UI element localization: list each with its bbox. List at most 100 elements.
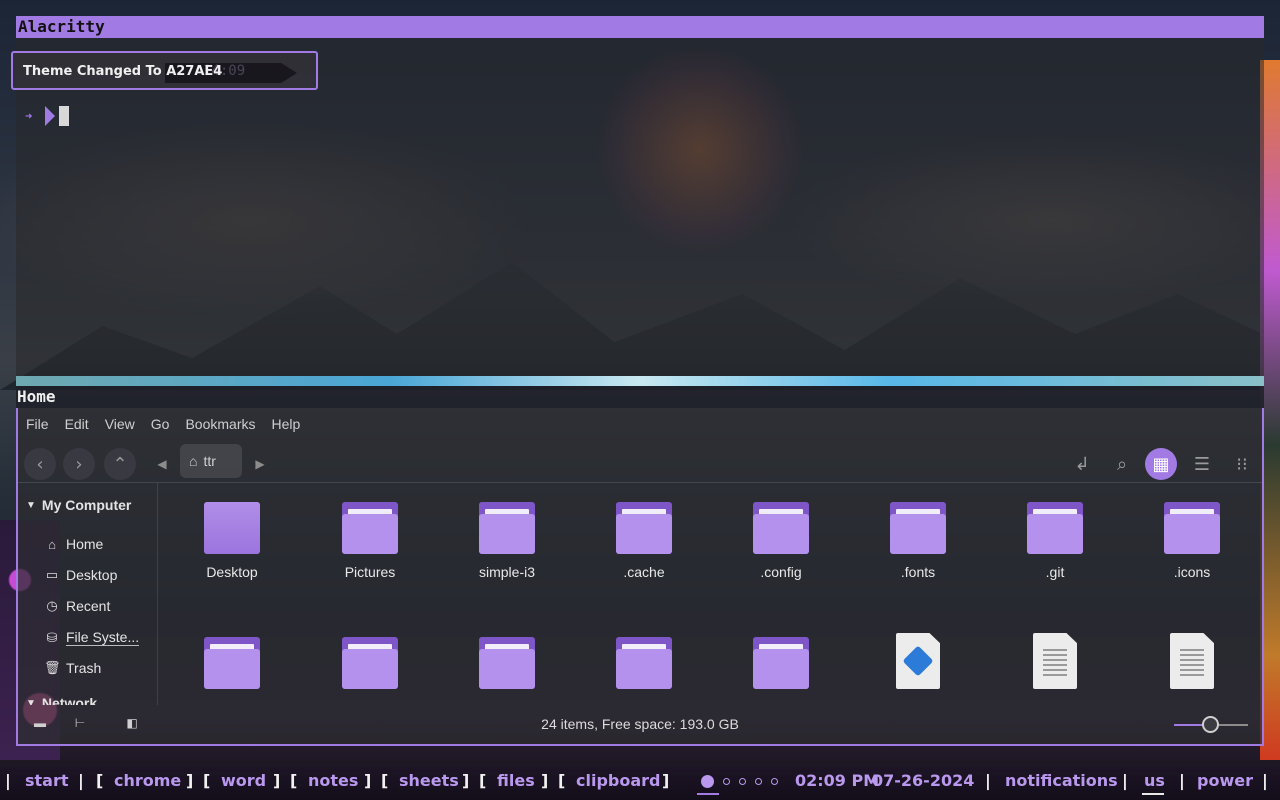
keyboard-layout-underline <box>1142 793 1164 795</box>
power-button[interactable]: power <box>1197 771 1253 790</box>
folder-icon <box>342 637 398 689</box>
workspace-2[interactable] <box>723 778 730 785</box>
file-item-fonts[interactable]: .fonts <box>858 502 978 580</box>
compact-view-button[interactable]: ⁝⁝ <box>1226 448 1258 480</box>
notification-text: Theme Changed To A27AE4 <box>23 64 223 79</box>
script-file-icon <box>896 633 940 689</box>
triangle-down-icon: ▼ <box>26 697 36 706</box>
file-manager-title-bar[interactable]: Home <box>16 386 1264 408</box>
terminal-title: Alacritty <box>18 17 105 36</box>
prompt-segment-icon <box>45 106 55 126</box>
breadcrumb-home[interactable]: ⌂ ttr <box>180 444 242 478</box>
text-file-icon <box>1170 633 1214 689</box>
workspace-1[interactable] <box>701 775 714 788</box>
folder-icon <box>342 502 398 554</box>
file-item[interactable] <box>721 637 841 689</box>
panel-bracket: [ <box>203 771 211 790</box>
start-button[interactable]: start <box>25 771 69 790</box>
breadcrumb-next-button[interactable]: ▶ <box>253 452 267 476</box>
sidebar-item-label: Desktop <box>66 567 118 583</box>
menu-bookmarks[interactable]: Bookmarks <box>177 416 263 432</box>
file-item[interactable] <box>172 637 292 689</box>
sidebar-item-trash[interactable]: 🗑 Trash <box>44 660 101 676</box>
zoom-slider[interactable] <box>1174 716 1248 733</box>
status-bar: ▬ ⊢ ◧ 24 items, Free space: 193.0 GB <box>18 705 1262 743</box>
terminal-title-bar[interactable]: Alacritty <box>16 16 1264 38</box>
file-grid: Desktop Pictures simple-i3 .cache .confi… <box>159 483 1264 705</box>
up-button[interactable]: ⌃ <box>104 448 136 480</box>
file-item-cache[interactable]: .cache <box>584 502 704 580</box>
sidebar-section-my-computer[interactable]: ▼ My Computer <box>26 497 131 513</box>
folder-icon <box>204 502 260 554</box>
panel-bracket: [ <box>381 771 389 790</box>
status-panel: | start | [ chrome ] [ word ] [ notes ] … <box>0 767 1280 800</box>
launcher-notes[interactable]: notes <box>308 771 358 790</box>
search-button[interactable]: ⌕ <box>1106 448 1138 480</box>
list-icon: ☰ <box>1193 453 1211 475</box>
keyboard-layout[interactable]: us <box>1144 771 1165 790</box>
file-item-label: .fonts <box>900 564 936 580</box>
workspace-4[interactable] <box>755 778 762 785</box>
file-item[interactable] <box>310 637 430 689</box>
file-item-config[interactable]: .config <box>721 502 841 580</box>
chevron-up-icon: ⌃ <box>112 453 128 475</box>
workspace-indicator <box>701 775 778 788</box>
file-item-icons[interactable]: .icons <box>1132 502 1252 580</box>
zoom-slider-handle[interactable] <box>1202 716 1219 733</box>
file-item-desktop[interactable]: Desktop <box>172 502 292 580</box>
panel-bracket: [ <box>290 771 298 790</box>
menu-bar: File Edit View Go Bookmarks Help <box>18 408 1262 440</box>
menu-view[interactable]: View <box>97 416 143 432</box>
file-item-label: .git <box>1045 564 1065 580</box>
menu-edit[interactable]: Edit <box>57 416 97 432</box>
file-item-simple-i3[interactable]: simple-i3 <box>447 502 567 580</box>
panel-bracket: ] <box>186 771 194 790</box>
panel-separator: | <box>5 771 11 790</box>
panel-bracket: ] <box>273 771 281 790</box>
file-item-label: .icons <box>1173 564 1211 580</box>
sidebar-item-file-system[interactable]: ⛁ File Syste... <box>44 629 140 646</box>
file-item[interactable] <box>584 637 704 689</box>
list-view-button[interactable]: ☰ <box>1186 448 1218 480</box>
launcher-word[interactable]: word <box>221 771 266 790</box>
notifications-button[interactable]: notifications <box>1005 771 1118 790</box>
search-icon: ⌕ <box>1116 453 1128 475</box>
panel-separator: | <box>78 771 84 790</box>
file-item[interactable] <box>447 637 567 689</box>
text-file-icon <box>1033 633 1077 689</box>
launcher-sheets[interactable]: sheets <box>399 771 459 790</box>
workspace-5[interactable] <box>771 778 778 785</box>
file-item-git[interactable]: .git <box>995 502 1115 580</box>
menu-help[interactable]: Help <box>264 416 309 432</box>
back-button[interactable]: ‹ <box>24 448 56 480</box>
clock-icon: ◷ <box>46 598 58 613</box>
sidebar-item-label: Home <box>66 536 104 552</box>
panel-bracket: ] <box>364 771 372 790</box>
forward-button[interactable]: › <box>63 448 95 480</box>
folder-icon <box>890 502 946 554</box>
file-item[interactable] <box>858 633 978 689</box>
menu-go[interactable]: Go <box>143 416 178 432</box>
folder-icon <box>753 637 809 689</box>
launcher-chrome[interactable]: chrome <box>114 771 181 790</box>
sidebar-item-home[interactable]: ⌂ Home <box>44 536 103 552</box>
sidebar-item-recent[interactable]: ◷ Recent <box>44 598 110 614</box>
launcher-files[interactable]: files <box>497 771 535 790</box>
icon-view-button[interactable]: ▦ <box>1145 448 1177 480</box>
launcher-clipboard[interactable]: clipboard <box>576 771 661 790</box>
wallpaper-strip <box>16 376 1264 386</box>
sidebar-item-desktop[interactable]: ▭ Desktop <box>44 567 118 583</box>
grid-icon: ▦ <box>1152 453 1170 475</box>
file-item[interactable] <box>995 633 1115 689</box>
notification-popup[interactable]: 14:09 Theme Changed To A27AE4 <box>11 51 318 90</box>
file-item[interactable] <box>1132 633 1252 689</box>
open-terminal-button[interactable]: ↲ <box>1066 448 1098 480</box>
menu-file[interactable]: File <box>18 416 57 432</box>
breadcrumb-prev-button[interactable]: ◀ <box>155 452 169 476</box>
file-item-pictures[interactable]: Pictures <box>310 502 430 580</box>
file-item-label: .cache <box>623 564 665 580</box>
sidebar-section-network[interactable]: ▼ Network <box>26 695 97 705</box>
sidebar-item-label: File Syste... <box>66 629 140 646</box>
workspace-3[interactable] <box>739 778 746 785</box>
panel-separator: | <box>1262 771 1268 790</box>
